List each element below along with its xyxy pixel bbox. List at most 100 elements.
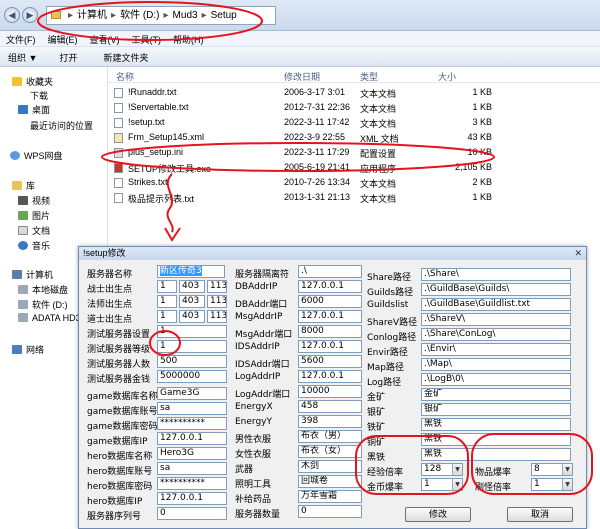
server-sep-field[interactable]: .\ (298, 265, 362, 278)
taoist-y-field[interactable]: 113 (207, 310, 227, 323)
file-row[interactable]: Strikes.txt 2010-7-26 13:34 文本文档 2 KB (108, 176, 600, 190)
guilds-path-field[interactable]: .\GuildBase\Guilds\ (421, 283, 571, 296)
male-cloth-field[interactable]: 布衣（男） (298, 430, 362, 443)
sidebar-item-downloads[interactable]: 下载 (30, 89, 48, 102)
server-name-field[interactable]: 新区传奇3 (157, 265, 225, 278)
column-name[interactable]: 名称 (116, 70, 134, 83)
cancel-button[interactable]: 取消 (507, 507, 573, 522)
test-setting-field[interactable]: 1 (157, 325, 227, 338)
log-port-field[interactable]: 10000 (298, 385, 362, 398)
file-row[interactable]: 极品提示列表.txt 2013-1-31 21:13 文本文档 1 KB (108, 191, 600, 205)
mage-y-field[interactable]: 113 (207, 295, 227, 308)
light-field[interactable]: 回城卷 (298, 475, 362, 488)
sidebar-item-favorites[interactable]: 收藏夹 (12, 75, 53, 88)
silver-ore-field[interactable]: 银矿 (421, 403, 571, 416)
sidebar-item-video[interactable]: 视频 (18, 194, 50, 207)
sidebar-item-recent[interactable]: 最近访问的位置 (30, 119, 93, 132)
sidebar-item-adata[interactable]: ADATA HD3 (18, 313, 81, 323)
file-row[interactable]: !Servertable.txt 2012-7-31 22:36 文本文档 1 KB (108, 101, 600, 115)
sidebar-item-docs[interactable]: 文档 (18, 224, 50, 237)
sidebar-item-wps[interactable]: WPS网盘 (10, 149, 63, 162)
menu-help[interactable]: 帮助(H) (167, 31, 210, 48)
taoist-x-field[interactable]: 403 (179, 310, 205, 323)
chevron-down-icon[interactable]: ▼ (562, 464, 572, 475)
game-db-pwd-field[interactable]: ********** (157, 417, 227, 430)
map-path-field[interactable]: .\Map\ (421, 358, 571, 371)
weapon-field[interactable]: 木剑 (298, 460, 362, 473)
mage-map-field[interactable]: 1 (157, 295, 177, 308)
server-count-field[interactable]: 0 (298, 505, 362, 518)
menu-edit[interactable]: 编辑(E) (42, 31, 84, 48)
energy-x-field[interactable]: 458 (298, 400, 362, 413)
address-bar[interactable]: ▸ 计算机 ▸ 软件 (D:) ▸ Mud3 ▸ Setup (46, 6, 276, 25)
column-type[interactable]: 类型 (360, 70, 378, 83)
breadcrumb-computer[interactable]: 计算机 (77, 10, 107, 21)
close-icon[interactable]: ✕ (574, 248, 582, 259)
game-db-name-field[interactable]: Game3G (157, 387, 227, 400)
chevron-down-icon[interactable]: ▼ (562, 479, 572, 490)
menu-tools[interactable]: 工具(T) (126, 31, 168, 48)
chevron-down-icon[interactable]: ▼ (452, 464, 462, 475)
sidebar-item-desktop[interactable]: 桌面 (18, 103, 50, 116)
msgaddr-ip-field[interactable]: 127.0.0.1 (298, 310, 362, 323)
supply-field[interactable]: 万年雪霜 (298, 490, 362, 503)
warrior-map-field[interactable]: 1 (157, 280, 177, 293)
sharev-path-field[interactable]: .\ShareV\ (421, 313, 571, 326)
dbaddr-port-field[interactable]: 6000 (298, 295, 362, 308)
test-count-field[interactable]: 500 (157, 355, 227, 368)
gold-rate-select[interactable]: 1 ▼ (421, 478, 463, 491)
sidebar-item-drive-d[interactable]: 软件 (D:) (18, 298, 68, 311)
game-db-ip-field[interactable]: 127.0.0.1 (157, 432, 227, 445)
hero-db-ip-field[interactable]: 127.0.0.1 (157, 492, 227, 505)
chevron-down-icon[interactable]: ▼ (452, 479, 462, 490)
test-level-field[interactable]: 1 (157, 340, 227, 353)
item-rate-select[interactable]: 8 ▼ (531, 463, 573, 476)
column-size[interactable]: 大小 (438, 70, 456, 83)
test-gold-field[interactable]: 5000000 (157, 370, 227, 383)
log-ip-field[interactable]: 127.0.0.1 (298, 370, 362, 383)
guildslist-field[interactable]: .\GuildBase\Guildlist.txt (421, 298, 571, 311)
share-path-field[interactable]: .\Share\ (421, 268, 571, 281)
forward-icon[interactable]: ▶ (22, 7, 38, 23)
hero-db-user-field[interactable]: sa (157, 462, 227, 475)
sidebar-item-library[interactable]: 库 (12, 179, 35, 192)
iron-ore-field[interactable]: 黑铁 (421, 418, 571, 431)
female-cloth-field[interactable]: 布衣（女） (298, 445, 362, 458)
dbaddr-ip-field[interactable]: 127.0.0.1 (298, 280, 362, 293)
serial-field[interactable]: 0 (157, 507, 227, 520)
new-folder-button[interactable]: 新建文件夹 (85, 47, 156, 68)
conlog-path-field[interactable]: .\Share\ConLog\ (421, 328, 571, 341)
msgaddr-port-field[interactable]: 8000 (298, 325, 362, 338)
game-db-user-field[interactable]: sa (157, 402, 227, 415)
hero-db-name-field[interactable]: Hero3G (157, 447, 227, 460)
sidebar-item-music[interactable]: 音乐 (18, 239, 50, 252)
copper-ore-field[interactable]: 黑铁 (421, 433, 571, 446)
file-row[interactable]: SETUP修改工具.exe 2005-6-19 21:41 应用程序 2,105 KB (108, 161, 600, 175)
gold-ore-field[interactable]: 金矿 (421, 388, 571, 401)
file-row[interactable]: Frm_Setup145.xml 2022-3-9 22:55 XML 文档 43 K… (108, 131, 600, 145)
file-row[interactable]: !Runaddr.txt 2006-3-17 3:01 文本文档 1 KB (108, 86, 600, 100)
file-row[interactable]: plus_setup.ini 2022-3-11 17:29 配置设置 10 KB (108, 146, 600, 160)
sidebar-item-local-c[interactable]: 本地磁盘 (18, 283, 68, 296)
breadcrumb-mud3[interactable]: Mud3 (173, 10, 198, 21)
modify-button[interactable]: 修改 (405, 507, 471, 522)
open-button[interactable]: 打开 (45, 47, 85, 68)
ids-port-field[interactable]: 5600 (298, 355, 362, 368)
mage-x-field[interactable]: 403 (179, 295, 205, 308)
breadcrumb-drive-d[interactable]: 软件 (D:) (120, 10, 159, 21)
sidebar-item-computer[interactable]: 计算机 (12, 268, 53, 281)
menu-view[interactable]: 查看(V) (84, 31, 126, 48)
hero-db-pwd-field[interactable]: ********** (157, 477, 227, 490)
warrior-y-field[interactable]: 113 (207, 280, 227, 293)
menu-file[interactable]: 文件(F) (0, 31, 42, 48)
exp-rate-select[interactable]: 128 ▼ (421, 463, 463, 476)
log-path-field[interactable]: .\LogB\0\ (421, 373, 571, 386)
black-iron-field[interactable]: 黑铁 (421, 448, 571, 461)
organize-button[interactable]: 组织 ▼ (0, 47, 45, 68)
sidebar-item-pictures[interactable]: 图片 (18, 209, 50, 222)
rare-rate-select[interactable]: 1 ▼ (531, 478, 573, 491)
breadcrumb-setup[interactable]: Setup (211, 10, 237, 21)
warrior-x-field[interactable]: 403 (179, 280, 205, 293)
column-date[interactable]: 修改日期 (284, 70, 320, 83)
sidebar-item-network[interactable]: 网络 (12, 343, 44, 356)
